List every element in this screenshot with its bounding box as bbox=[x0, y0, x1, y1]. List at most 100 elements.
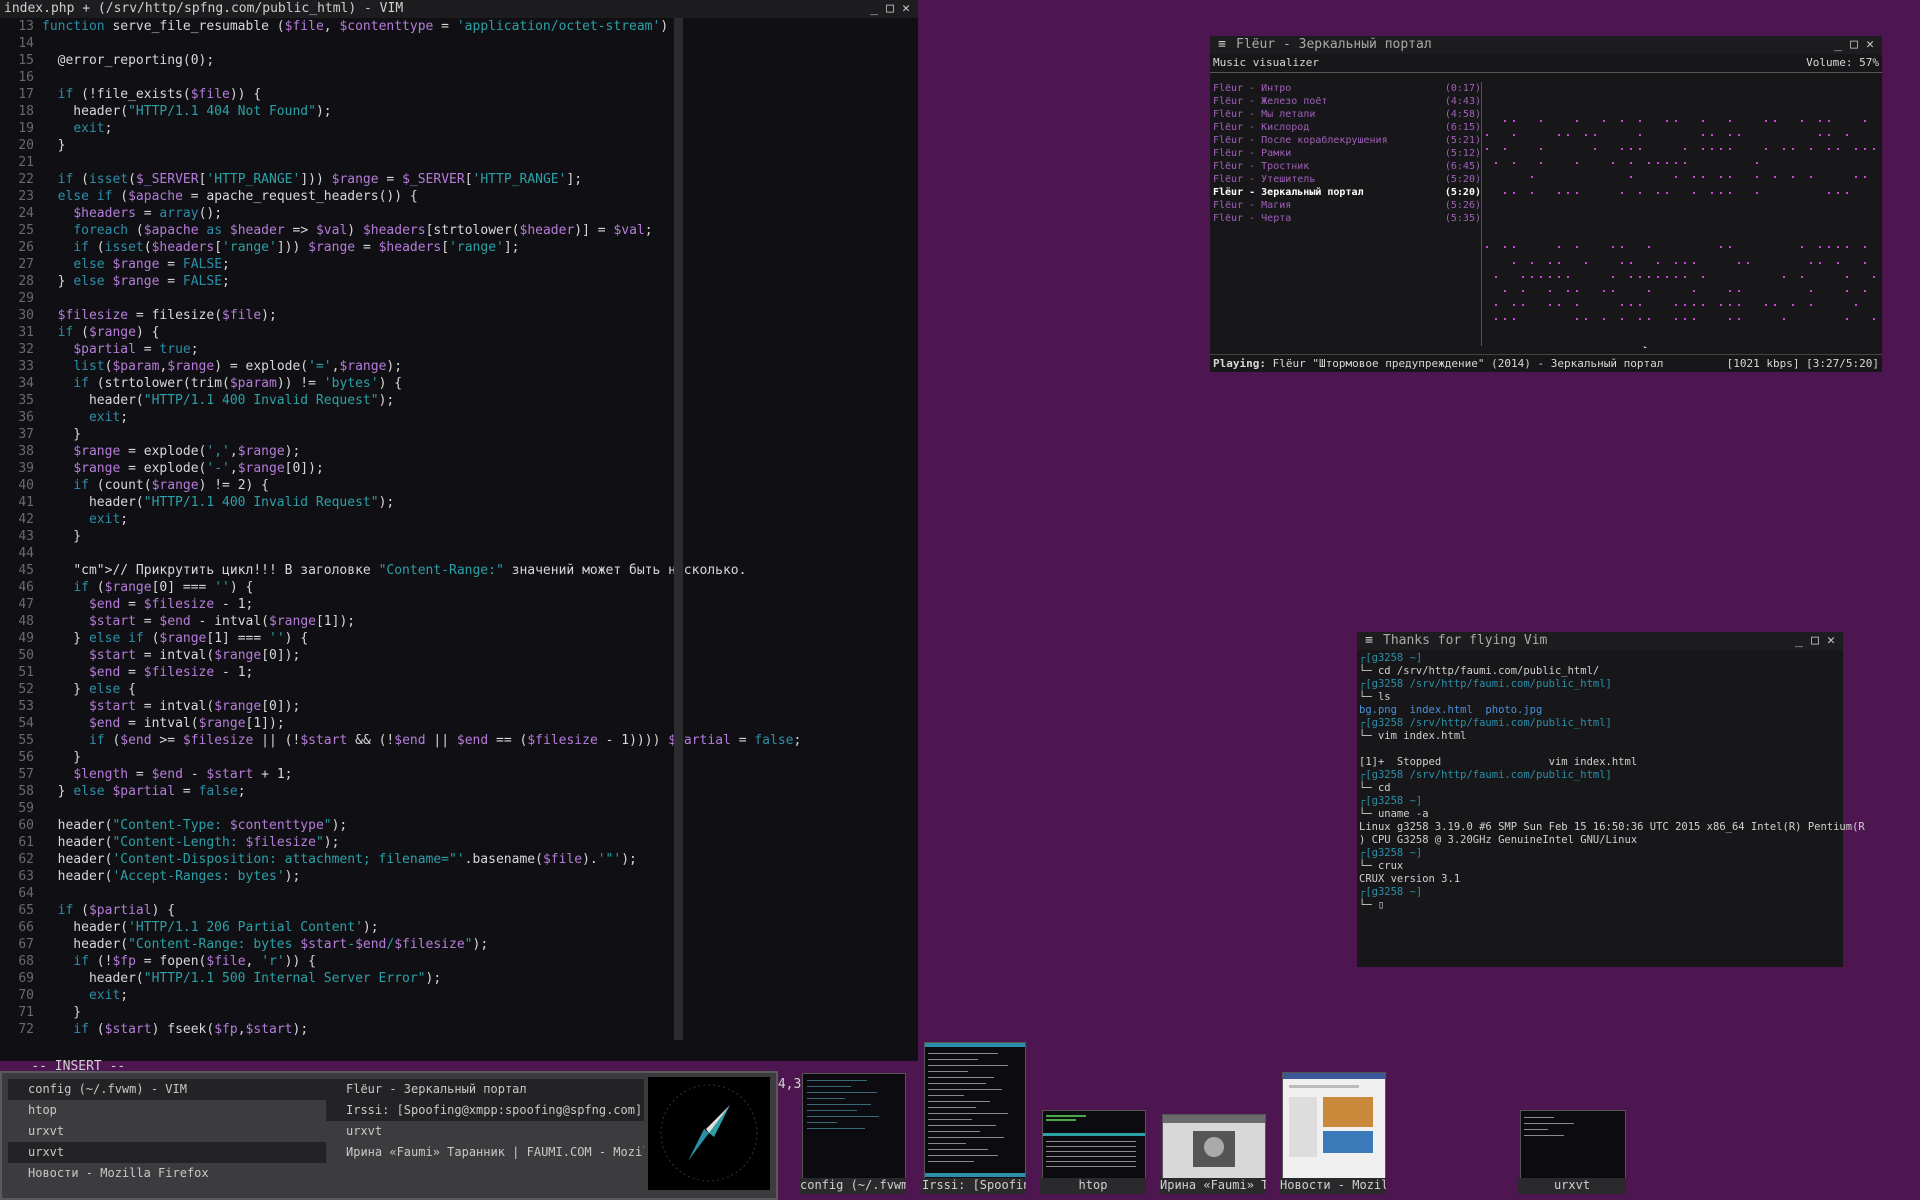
code-line[interactable]: 36 exit; bbox=[0, 409, 918, 426]
code-line[interactable]: 18 header("HTTP/1.1 404 Not Found"); bbox=[0, 103, 918, 120]
code-line[interactable]: 71 } bbox=[0, 1004, 918, 1021]
code-line[interactable]: 33 list($param,$range) = explode('=',$ra… bbox=[0, 358, 918, 375]
code-line[interactable]: 59 bbox=[0, 800, 918, 817]
code-line[interactable]: 47 $end = $filesize - 1; bbox=[0, 596, 918, 613]
code-line[interactable]: 30 $filesize = filesize($file); bbox=[0, 307, 918, 324]
code-line[interactable]: 61 header("Content-Length: $filesize"); bbox=[0, 834, 918, 851]
code-line[interactable]: 41 header("HTTP/1.1 400 Invalid Request"… bbox=[0, 494, 918, 511]
code-line[interactable]: 20 } bbox=[0, 137, 918, 154]
pager-window-item[interactable]: htop bbox=[8, 1100, 326, 1121]
code-line[interactable]: 52 } else { bbox=[0, 681, 918, 698]
code-line[interactable]: 44 bbox=[0, 545, 918, 562]
close-icon[interactable]: ✕ bbox=[898, 0, 914, 18]
terminal-titlebar[interactable]: ≡ Thanks for flying Vim _ □ ✕ bbox=[1357, 632, 1843, 650]
playlist-item[interactable]: Flёur - Интро (0:17) bbox=[1213, 82, 1481, 95]
code-line[interactable]: 15 @error_reporting(0); bbox=[0, 52, 918, 69]
pager-column-left[interactable]: config (~/.fvwm) - VIM htop urxvt urxvt Ново… bbox=[8, 1079, 326, 1184]
terminal-output[interactable]: ┌[g3258 ~] └─ cd /srv/http/faumi.com/publ… bbox=[1357, 650, 1865, 914]
maximize-icon[interactable]: □ bbox=[1807, 632, 1823, 650]
code-line[interactable]: 69 header("HTTP/1.1 500 Internal Server … bbox=[0, 970, 918, 987]
code-line[interactable]: 28 } else $range = FALSE; bbox=[0, 273, 918, 290]
code-line[interactable]: 32 $partial = true; bbox=[0, 341, 918, 358]
playlist-item[interactable]: Flёur - Тростник (6:45) bbox=[1213, 160, 1481, 173]
code-line[interactable]: 14 bbox=[0, 35, 918, 52]
close-icon[interactable]: ✕ bbox=[1862, 36, 1878, 54]
code-line[interactable]: 65 if ($partial) { bbox=[0, 902, 918, 919]
code-line[interactable]: 22 if (isset($_SERVER['HTTP_RANGE'])) $r… bbox=[0, 171, 918, 188]
vim-editor-area[interactable]: 13 function serve_file_resumable ($file, … bbox=[0, 18, 918, 1040]
code-line[interactable]: 48 $start = $end - intval($range[1]); bbox=[0, 613, 918, 630]
playlist-item[interactable]: Flёur - Рамки (5:12) bbox=[1213, 147, 1481, 160]
code-line[interactable]: 46 if ($range[0] === '') { bbox=[0, 579, 918, 596]
thumb-urxvt[interactable] bbox=[1520, 1110, 1626, 1180]
code-line[interactable]: 26 if (isset($headers['range'])) $range … bbox=[0, 239, 918, 256]
vim-titlebar[interactable]: index.php + (/srv/http/spfng.com/public_… bbox=[0, 0, 918, 18]
menu-icon[interactable]: ≡ bbox=[1361, 632, 1377, 650]
code-line[interactable]: 35 header("HTTP/1.1 400 Invalid Request"… bbox=[0, 392, 918, 409]
thumb-label[interactable]: config (~/.fvwm bbox=[800, 1178, 906, 1194]
code-line[interactable]: 63 header('Accept-Ranges: bytes'); bbox=[0, 868, 918, 885]
code-line[interactable]: 50 $start = intval($range[0]); bbox=[0, 647, 918, 664]
code-line[interactable]: 17 if (!file_exists($file)) { bbox=[0, 86, 918, 103]
pager-column-right[interactable]: Flёur - Зеркальный портал Irssi: [Spoofin… bbox=[326, 1079, 644, 1163]
pager-window-item[interactable]: urxvt bbox=[326, 1121, 644, 1142]
pager-window-item[interactable]: urxvt bbox=[8, 1121, 326, 1142]
music-titlebar[interactable]: ≡ Flёur - Зеркальный портал _ □ ✕ bbox=[1210, 36, 1882, 54]
thumb-irssi[interactable] bbox=[924, 1042, 1026, 1180]
terminal-window[interactable]: ┌[g3258 ~] └─ cd /srv/http/faumi.com/publ… bbox=[1357, 650, 1865, 967]
code-line[interactable]: 56 } bbox=[0, 749, 918, 766]
code-line[interactable]: 66 header('HTTP/1.1 206 Partial Content'… bbox=[0, 919, 918, 936]
code-line[interactable]: 40 if (count($range) != 2) { bbox=[0, 477, 918, 494]
code-line[interactable]: 43 } bbox=[0, 528, 918, 545]
code-line[interactable]: 49 } else if ($range[1] === '') { bbox=[0, 630, 918, 647]
code-line[interactable]: 29 bbox=[0, 290, 918, 307]
code-line[interactable]: 38 $range = explode(',',$range); bbox=[0, 443, 918, 460]
code-line[interactable]: 67 header("Content-Range: bytes $start-$… bbox=[0, 936, 918, 953]
pager-window-item[interactable]: Новости - Mozilla Firefox bbox=[8, 1163, 326, 1184]
code-line[interactable]: 31 if ($range) { bbox=[0, 324, 918, 341]
code-line[interactable]: 45 "cm">// Прикрутить цикл!!! В заголовк… bbox=[0, 562, 918, 579]
code-line[interactable]: 27 else $range = FALSE; bbox=[0, 256, 918, 273]
playlist-item[interactable]: Flёur - После кораблекрушения (5:21) bbox=[1213, 134, 1481, 147]
code-line[interactable]: 53 $start = intval($range[0]); bbox=[0, 698, 918, 715]
playlist-item[interactable]: Flёur - Кислород (6:15) bbox=[1213, 121, 1481, 134]
thumb-htop[interactable] bbox=[1042, 1110, 1146, 1180]
playlist[interactable]: Flёur - Интро (0:17) Flёur - Железо поёт (4… bbox=[1213, 82, 1481, 225]
thumb-label[interactable]: Новости - Mozill bbox=[1280, 1178, 1386, 1194]
thumb-label[interactable]: Ирина «Faumi» Та bbox=[1160, 1178, 1266, 1194]
code-line[interactable]: 16 bbox=[0, 69, 918, 86]
thumb-firefox-news[interactable] bbox=[1282, 1072, 1386, 1180]
code-line[interactable]: 23 else if ($apache = apache_request_hea… bbox=[0, 188, 918, 205]
minimize-icon[interactable]: _ bbox=[1830, 36, 1846, 54]
maximize-icon[interactable]: □ bbox=[1846, 36, 1862, 54]
code-line[interactable]: 13 function serve_file_resumable ($file, … bbox=[0, 18, 918, 35]
code-line[interactable]: 70 exit; bbox=[0, 987, 918, 1004]
code-line[interactable]: 55 if ($end >= $filesize || (!$start && … bbox=[0, 732, 918, 749]
music-visualizer-window[interactable]: Music visualizer Volume: 57% Flёur - Инт… bbox=[1210, 54, 1882, 372]
pager-window-item[interactable]: Ирина «Faumi» Таранник | FAUMI.COM - Moz… bbox=[326, 1142, 644, 1163]
thumb-vim-config[interactable] bbox=[802, 1073, 906, 1181]
code-line[interactable]: 34 if (strtolower(trim($param)) != 'byte… bbox=[0, 375, 918, 392]
playlist-item[interactable]: Flёur - Черта (5:35) bbox=[1213, 212, 1481, 225]
code-line[interactable]: 68 if (!$fp = fopen($file, 'r')) { bbox=[0, 953, 918, 970]
thumb-label[interactable]: Irssi: [Spoofin bbox=[922, 1178, 1026, 1194]
thumb-label[interactable]: urxvt bbox=[1518, 1178, 1626, 1194]
code-line[interactable]: 72 if ($start) fseek($fp,$start); bbox=[0, 1021, 918, 1038]
minimize-icon[interactable]: _ bbox=[866, 0, 882, 18]
close-icon[interactable]: ✕ bbox=[1823, 632, 1839, 650]
code-line[interactable]: 62 header('Content-Disposition: attachme… bbox=[0, 851, 918, 868]
playlist-item[interactable]: Flёur - Железо поёт (4:43) bbox=[1213, 95, 1481, 108]
pager-window-item[interactable]: config (~/.fvwm) - VIM bbox=[8, 1079, 326, 1100]
minimize-icon[interactable]: _ bbox=[1791, 632, 1807, 650]
code-line[interactable]: 57 $length = $end - $start + 1; bbox=[0, 766, 918, 783]
code-line[interactable]: 64 bbox=[0, 885, 918, 902]
code-line[interactable]: 21 bbox=[0, 154, 918, 171]
code-line[interactable]: 51 $end = $filesize - 1; bbox=[0, 664, 918, 681]
code-line[interactable]: 42 exit; bbox=[0, 511, 918, 528]
code-line[interactable]: 54 $end = intval($range[1]); bbox=[0, 715, 918, 732]
thumb-label[interactable]: htop bbox=[1040, 1178, 1146, 1194]
playlist-item[interactable]: Flёur - Зеркальный портал (5:20) bbox=[1213, 186, 1481, 199]
code-line[interactable]: 60 header("Content-Type: $contenttype"); bbox=[0, 817, 918, 834]
menu-icon[interactable]: ≡ bbox=[1214, 36, 1230, 54]
pager-window-item[interactable]: Irssi: [Spoofing@xmpp:spoofing@spfng.com… bbox=[326, 1100, 644, 1121]
